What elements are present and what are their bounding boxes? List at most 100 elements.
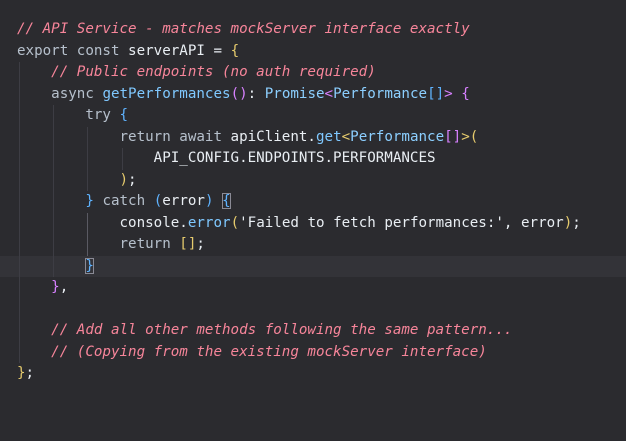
code-token: ( xyxy=(230,214,240,231)
code-text: ); xyxy=(17,170,137,192)
code-token: < xyxy=(324,85,334,102)
code-token: Promise xyxy=(264,85,325,102)
code-token: API_CONFIG. xyxy=(17,150,248,166)
code-token: async xyxy=(51,85,94,102)
code-line[interactable]: }; xyxy=(0,363,626,385)
code-token: get xyxy=(315,128,342,145)
code-token: ) xyxy=(119,171,129,188)
code-text: }, xyxy=(17,277,68,299)
code-line[interactable]: // Public endpoints (no auth required) xyxy=(0,62,626,84)
code-token: // API Service - matches mockServer inte… xyxy=(17,21,470,37)
code-editor[interactable]: // API Service - matches mockServer inte… xyxy=(0,0,626,441)
code-line[interactable]: export const serverAPI = { xyxy=(0,41,626,63)
code-line[interactable]: } catch (error) { xyxy=(0,191,626,213)
code-token: // (Copying from the existing mockServer… xyxy=(51,343,487,360)
code-line[interactable]: return await apiClient.get<Performance[]… xyxy=(0,126,626,149)
code-token: ) xyxy=(204,193,214,209)
code-token: } xyxy=(17,365,26,381)
code-text: } catch (error) { xyxy=(17,191,231,213)
code-token: try xyxy=(85,107,111,123)
code-token: return xyxy=(119,128,171,145)
code-token: } xyxy=(85,193,94,209)
code-text: // Public endpoints (no auth required) xyxy=(17,62,376,84)
code-token: [] xyxy=(179,236,197,252)
code-token: error xyxy=(187,214,231,231)
code-token: { xyxy=(461,85,470,102)
code-line[interactable] xyxy=(0,298,626,320)
code-token: await xyxy=(179,128,223,145)
code-line[interactable]: async getPerformances(): Promise<Perform… xyxy=(0,83,626,106)
code-token: { xyxy=(230,42,240,59)
code-token: Performance xyxy=(350,128,445,145)
code-line[interactable]: }, xyxy=(0,277,626,299)
code-token: . xyxy=(324,150,334,166)
code-token: [] xyxy=(427,85,445,102)
code-token: 'Failed to fetch performances:' xyxy=(239,214,504,231)
code-token: : xyxy=(247,85,265,102)
code-token: ENDPOINTS xyxy=(247,150,325,166)
code-line-active[interactable]: } xyxy=(0,255,626,278)
code-token: // Public endpoints (no auth required) xyxy=(51,64,376,80)
code-line[interactable]: API_CONFIG.ENDPOINTS.PERFORMANCES xyxy=(0,148,626,170)
code-token: serverAPI = xyxy=(119,42,231,59)
code-token: error xyxy=(162,193,205,209)
code-text: // (Copying from the existing mockServer… xyxy=(17,342,487,364)
code-token: catch xyxy=(102,193,146,209)
code-token: , xyxy=(59,279,69,295)
code-token: ; xyxy=(25,365,35,381)
code-line[interactable]: // API Service - matches mockServer inte… xyxy=(0,19,626,41)
code-line[interactable]: // (Copying from the existing mockServer… xyxy=(0,341,626,364)
code-text: return []; xyxy=(17,234,205,256)
code-line[interactable]: ); xyxy=(0,169,626,192)
code-text: }; xyxy=(17,363,34,385)
code-token: export xyxy=(17,42,69,59)
code-token: PERFORMANCES xyxy=(333,150,436,166)
code-token: getPerformances xyxy=(102,85,231,102)
code-token: , error xyxy=(503,214,564,231)
code-token: console. xyxy=(17,214,188,231)
code-token: ) xyxy=(563,214,573,231)
code-text: // Add all other methods following the s… xyxy=(17,320,512,342)
code-token: ; xyxy=(128,171,137,188)
code-token: ; xyxy=(196,236,205,252)
code-token: return xyxy=(119,236,171,252)
code-token: // Add all other methods following the s… xyxy=(51,322,513,338)
code-token: { xyxy=(222,193,231,209)
code-text: } xyxy=(17,256,94,278)
code-token: > xyxy=(444,85,453,102)
code-token: >( xyxy=(461,128,479,145)
code-token: } xyxy=(51,279,60,295)
code-token: [] xyxy=(444,128,462,145)
code-line[interactable]: return []; xyxy=(0,234,626,256)
code-line[interactable]: try { xyxy=(0,105,626,127)
code-line[interactable]: // Add all other methods following the s… xyxy=(0,320,626,342)
code-text: // API Service - matches mockServer inte… xyxy=(17,19,470,41)
code-line[interactable]: console.error('Failed to fetch performan… xyxy=(0,212,626,235)
code-token: < xyxy=(341,128,351,145)
code-token: const xyxy=(76,42,120,59)
code-token: ( xyxy=(153,193,163,209)
indent-guide xyxy=(19,298,20,320)
code-text: return await apiClient.get<Performance[]… xyxy=(17,127,479,149)
code-text: export const serverAPI = { xyxy=(17,41,239,63)
code-text: async getPerformances(): Promise<Perform… xyxy=(17,84,470,106)
code-token: Performance xyxy=(333,85,428,102)
code-area[interactable]: // API Service - matches mockServer inte… xyxy=(0,19,626,385)
code-text: console.error('Failed to fetch performan… xyxy=(17,213,580,235)
code-text: API_CONFIG.ENDPOINTS.PERFORMANCES xyxy=(17,148,436,170)
